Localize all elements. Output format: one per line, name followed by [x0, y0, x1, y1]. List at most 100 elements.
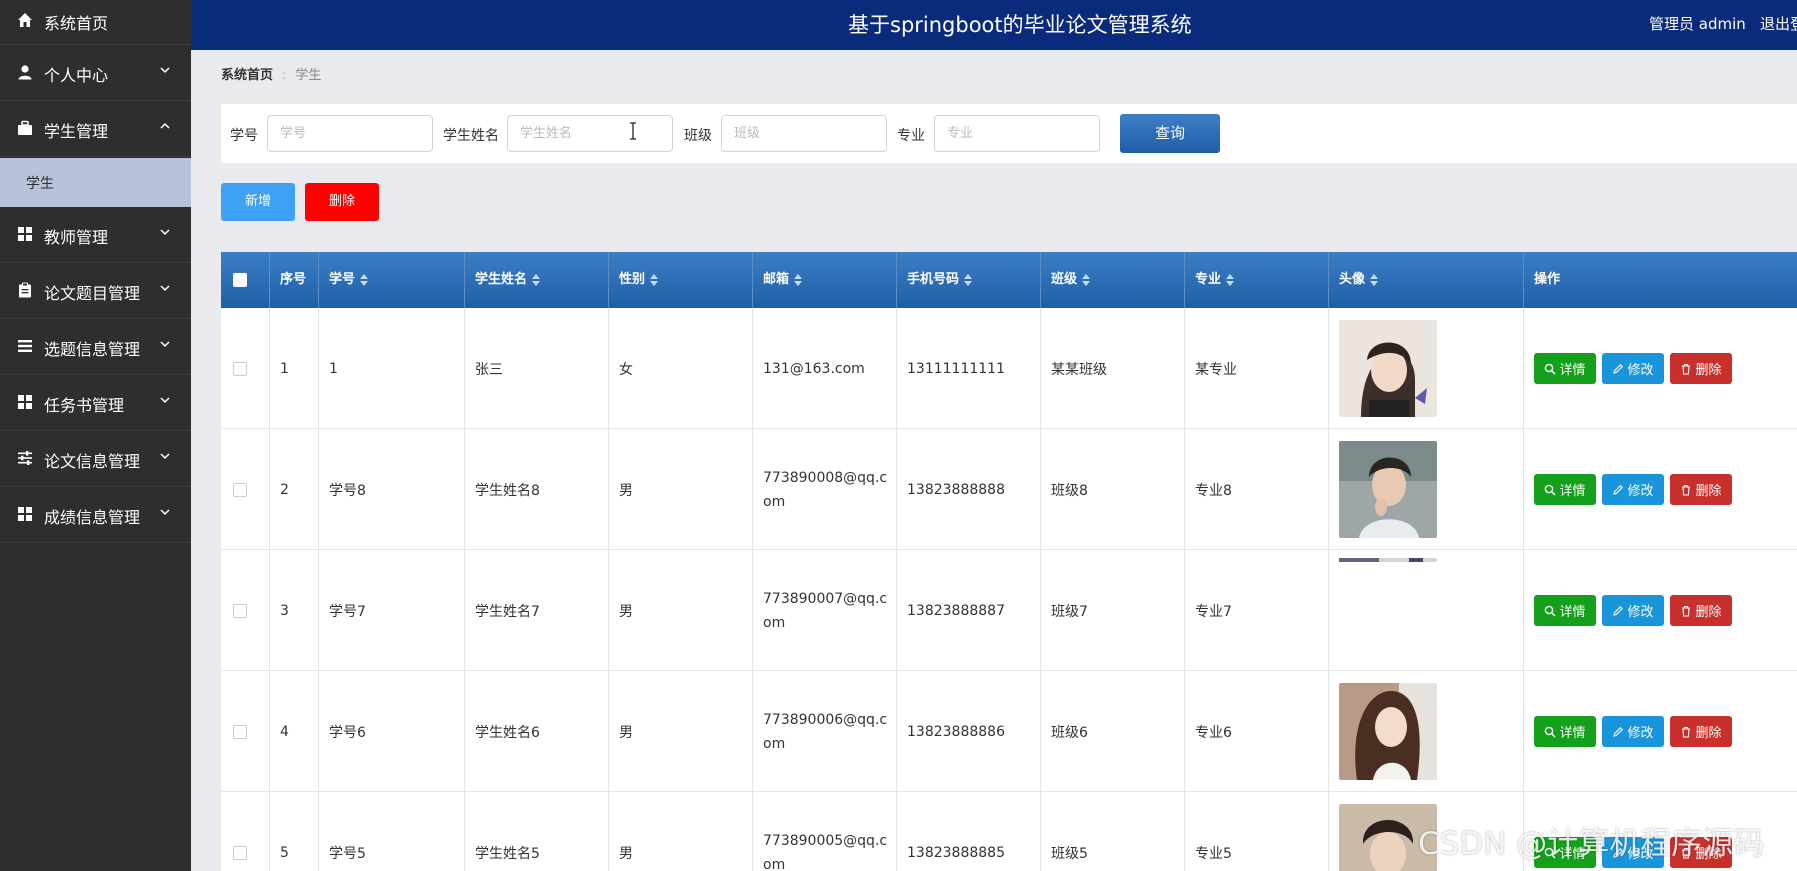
detail-button[interactable]: 详情	[1534, 595, 1596, 626]
table-row: 4 学号6 学生姓名6 男 773890006@qq.com 138238888…	[221, 671, 1797, 792]
delete-selected-button[interactable]: 删除	[305, 183, 379, 221]
column-header-phone[interactable]: 手机号码	[897, 252, 1041, 308]
sort-icon	[532, 273, 541, 286]
cell-major: 专业8	[1185, 429, 1329, 550]
row-checkbox[interactable]	[233, 482, 247, 497]
user-icon	[18, 65, 32, 80]
student-id-input[interactable]: 学号	[267, 115, 433, 152]
edit-button[interactable]: 修改	[1602, 716, 1664, 747]
table-row: 1 1 张三 女 131@163.com 13111111111 某某班级 某专…	[221, 308, 1797, 429]
cell-email: 773890007@qq.com	[753, 550, 897, 671]
cell-email: 131@163.com	[753, 308, 897, 429]
sidebar-item-home[interactable]: 系统首页	[0, 0, 191, 45]
chevron-down-icon	[160, 341, 170, 348]
sidebar-subitem-student[interactable]: 学生	[0, 158, 191, 207]
sidebar-item-label: 学生管理	[44, 122, 109, 141]
cell-class: 班级7	[1041, 550, 1185, 671]
column-header-avatar[interactable]: 头像	[1329, 252, 1524, 308]
avatar-image[interactable]	[1339, 320, 1437, 417]
row-delete-button[interactable]: 删除	[1670, 595, 1732, 626]
search-icon	[1545, 605, 1556, 616]
clipboard-icon	[19, 282, 31, 298]
edit-button[interactable]: 修改	[1602, 595, 1664, 626]
column-header-gender[interactable]: 性别	[609, 252, 753, 308]
cell-gender: 女	[609, 308, 753, 429]
student-name-input[interactable]: 学生姓名	[507, 115, 673, 152]
avatar-image-broken[interactable]	[1339, 558, 1437, 562]
select-all-checkbox[interactable]	[233, 273, 247, 287]
breadcrumb-current: 学生	[295, 68, 322, 83]
student-id-label: 学号	[230, 128, 258, 144]
chevron-up-icon	[160, 122, 170, 129]
sidebar-item-topic-selection-management[interactable]: 选题信息管理	[0, 320, 191, 375]
table-header: 序号 学号 学生姓名 性别 邮箱 手机号码 班级 专业 头像 操作	[221, 252, 1797, 308]
column-header-major[interactable]: 专业	[1185, 252, 1329, 308]
sidebar-item-profile[interactable]: 个人中心	[0, 46, 191, 101]
column-header-student-name[interactable]: 学生姓名	[465, 252, 609, 308]
detail-button[interactable]: 详情	[1534, 474, 1596, 505]
major-label: 专业	[897, 128, 925, 144]
column-header-index: 序号	[270, 252, 319, 308]
cell-student-name: 学生姓名8	[465, 429, 609, 550]
sidebar-item-task-book-management[interactable]: 任务书管理	[0, 376, 191, 431]
row-delete-button[interactable]: 删除	[1670, 353, 1732, 384]
cell-index: 1	[270, 308, 319, 429]
row-select-cell	[221, 792, 270, 871]
cell-student-name: 学生姓名6	[465, 671, 609, 792]
add-button[interactable]: 新增	[221, 183, 295, 221]
sort-icon	[1370, 273, 1379, 286]
cell-student-id: 学号6	[319, 671, 465, 792]
cell-student-name: 学生姓名5	[465, 792, 609, 871]
row-checkbox[interactable]	[233, 845, 247, 860]
edit-button[interactable]: 修改	[1602, 474, 1664, 505]
sidebar-item-label: 个人中心	[44, 66, 109, 85]
breadcrumb-home[interactable]: 系统首页	[221, 68, 273, 83]
row-checkbox[interactable]	[233, 361, 247, 376]
sidebar-item-thesis-info-management[interactable]: 论文信息管理	[0, 432, 191, 487]
row-delete-button[interactable]: 删除	[1670, 474, 1732, 505]
sidebar-item-student-management[interactable]: 学生管理	[0, 102, 191, 157]
cell-class: 班级5	[1041, 792, 1185, 871]
student-name-label: 学生姓名	[443, 128, 499, 144]
row-select-cell	[221, 308, 270, 429]
sidebar-item-label: 论文题目管理	[44, 284, 141, 303]
cell-student-name: 学生姓名7	[465, 550, 609, 671]
query-button[interactable]: 查询	[1120, 114, 1220, 153]
pencil-icon	[1613, 484, 1624, 495]
row-checkbox[interactable]	[233, 724, 247, 739]
edit-button[interactable]: 修改	[1602, 353, 1664, 384]
row-delete-button[interactable]: 删除	[1670, 716, 1732, 747]
sidebar-item-grade-management[interactable]: 成绩信息管理	[0, 488, 191, 543]
column-header-student-id[interactable]: 学号	[319, 252, 465, 308]
avatar-image[interactable]	[1339, 441, 1437, 538]
column-header-class[interactable]: 班级	[1041, 252, 1185, 308]
chevron-down-icon	[160, 453, 170, 460]
detail-button[interactable]: 详情	[1534, 353, 1596, 384]
cell-email: 773890005@qq.com	[753, 792, 897, 871]
class-input[interactable]: 班级	[721, 115, 887, 152]
cell-major: 专业5	[1185, 792, 1329, 871]
sidebar-item-teacher-management[interactable]: 教师管理	[0, 208, 191, 263]
cell-actions: 详情 修改 删除	[1524, 550, 1797, 671]
logout-link[interactable]: 退出登	[1760, 13, 1797, 34]
row-checkbox[interactable]	[233, 603, 247, 618]
trash-icon	[1682, 605, 1691, 617]
breadcrumb-separator: :	[282, 68, 287, 83]
cell-email: 773890008@qq.com	[753, 429, 897, 550]
sort-icon	[1226, 273, 1235, 286]
sidebar-item-label: 任务书管理	[44, 396, 125, 415]
avatar-image[interactable]	[1339, 683, 1437, 780]
detail-button[interactable]: 详情	[1534, 716, 1596, 747]
cell-student-id: 1	[319, 308, 465, 429]
sidebar-item-thesis-topic-management[interactable]: 论文题目管理	[0, 264, 191, 319]
cell-gender: 男	[609, 792, 753, 871]
sort-icon	[964, 273, 973, 286]
cell-phone: 13823888886	[897, 671, 1041, 792]
cell-class: 班级8	[1041, 429, 1185, 550]
list-icon	[18, 340, 32, 352]
sidebar-item-label: 成绩信息管理	[44, 508, 141, 527]
sidebar: 系统首页 个人中心 学生管理 学生 教师管理 论文题目管理 选题信息管理 任务书…	[0, 0, 191, 871]
cell-student-name: 张三	[465, 308, 609, 429]
column-header-email[interactable]: 邮箱	[753, 252, 897, 308]
major-input[interactable]: 专业	[934, 115, 1100, 152]
